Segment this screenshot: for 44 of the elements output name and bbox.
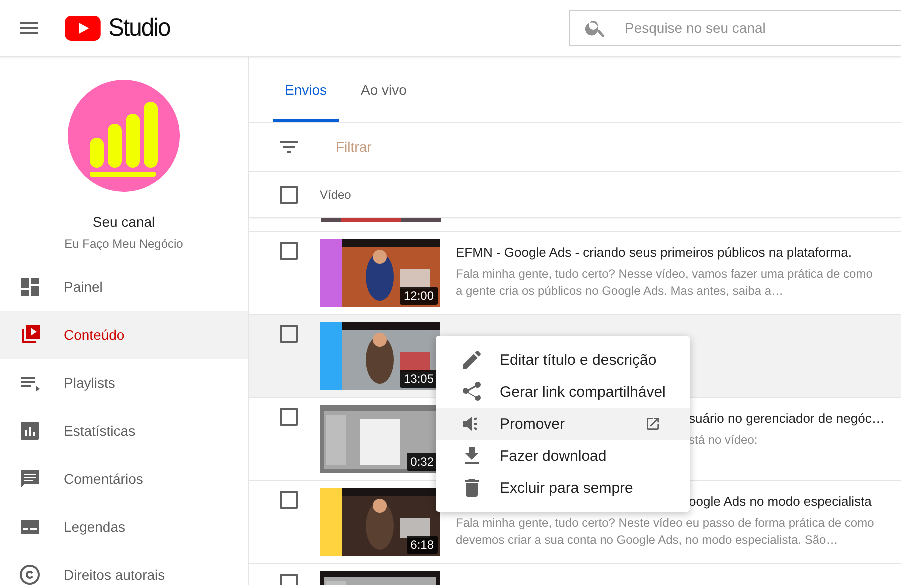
- menu-item[interactable]: Excluir para sempre: [436, 472, 690, 504]
- dashboard-icon: [18, 275, 42, 299]
- video-description: Fala minha gente, tudo certo? Neste vídeo eu passo de forma prática de como devemos criar a sua conta no Google Ads, no modo especialista. São…: [456, 515, 876, 549]
- video-description: stá no vídeo:: [689, 432, 759, 449]
- sidebar-item[interactable]: Painel: [0, 263, 248, 311]
- video-description: Fala minha gente, tudo certo? Nesse vídeo, vamos fazer uma prática de como a gente cria os públicos no Google Ads. Mas antes, saiba a…: [456, 266, 874, 300]
- search-field[interactable]: Pesquise no seu canal: [569, 10, 901, 46]
- checkbox[interactable]: [280, 242, 298, 260]
- sidebar-item[interactable]: Comentários: [0, 455, 248, 503]
- video-title[interactable]: suário no gerenciador de negóc…: [689, 411, 881, 426]
- channel-title: Seu canal: [92, 214, 156, 230]
- filter-icon[interactable]: [280, 141, 298, 153]
- checkbox[interactable]: [280, 408, 298, 426]
- menu-item[interactable]: Fazer download: [436, 440, 690, 472]
- comments-icon: [18, 467, 42, 491]
- copyright-icon: [18, 563, 42, 585]
- tab[interactable]: Ao vivo: [349, 82, 419, 122]
- menu-item[interactable]: Promover: [436, 408, 690, 440]
- sidebar-item[interactable]: Direitos autorais: [0, 551, 248, 585]
- filter-field[interactable]: Filtrar: [334, 138, 538, 156]
- checkbox[interactable]: [280, 186, 298, 204]
- column-header: Vídeo: [320, 188, 352, 202]
- checkbox[interactable]: [280, 325, 298, 343]
- menu-icon[interactable]: [20, 22, 38, 34]
- duration-badge: 12:00: [400, 287, 438, 305]
- brand-name: Studio: [108, 14, 170, 42]
- menu-item[interactable]: Editar título e descrição: [436, 344, 690, 376]
- sidebar-item[interactable]: Playlists: [0, 359, 248, 407]
- checkbox[interactable]: [280, 491, 298, 509]
- share-icon: [460, 380, 484, 404]
- duration-badge: 0:32: [406, 453, 438, 471]
- analytics-icon: [18, 419, 42, 443]
- channel-name: Eu Faço Meu Negócio: [64, 237, 184, 251]
- duration-badge: 6:18: [406, 536, 438, 554]
- duration-badge: 13:05: [400, 370, 438, 388]
- play-logo-icon[interactable]: [65, 16, 101, 40]
- menu-item[interactable]: Gerar link compartilhável: [436, 376, 690, 408]
- sidebar-item[interactable]: Estatísticas: [0, 407, 248, 455]
- sidebar-item[interactable]: Conteúdo: [0, 311, 248, 359]
- sidebar-item[interactable]: Legendas: [0, 503, 248, 551]
- edit-icon: [460, 348, 484, 372]
- tab[interactable]: Envios: [273, 82, 340, 122]
- video-title[interactable]: oogle Ads no modo especialista: [689, 494, 881, 509]
- video-title[interactable]: EFMN - Google Ads - criando seus primeiros públicos na plataforma.: [456, 245, 881, 260]
